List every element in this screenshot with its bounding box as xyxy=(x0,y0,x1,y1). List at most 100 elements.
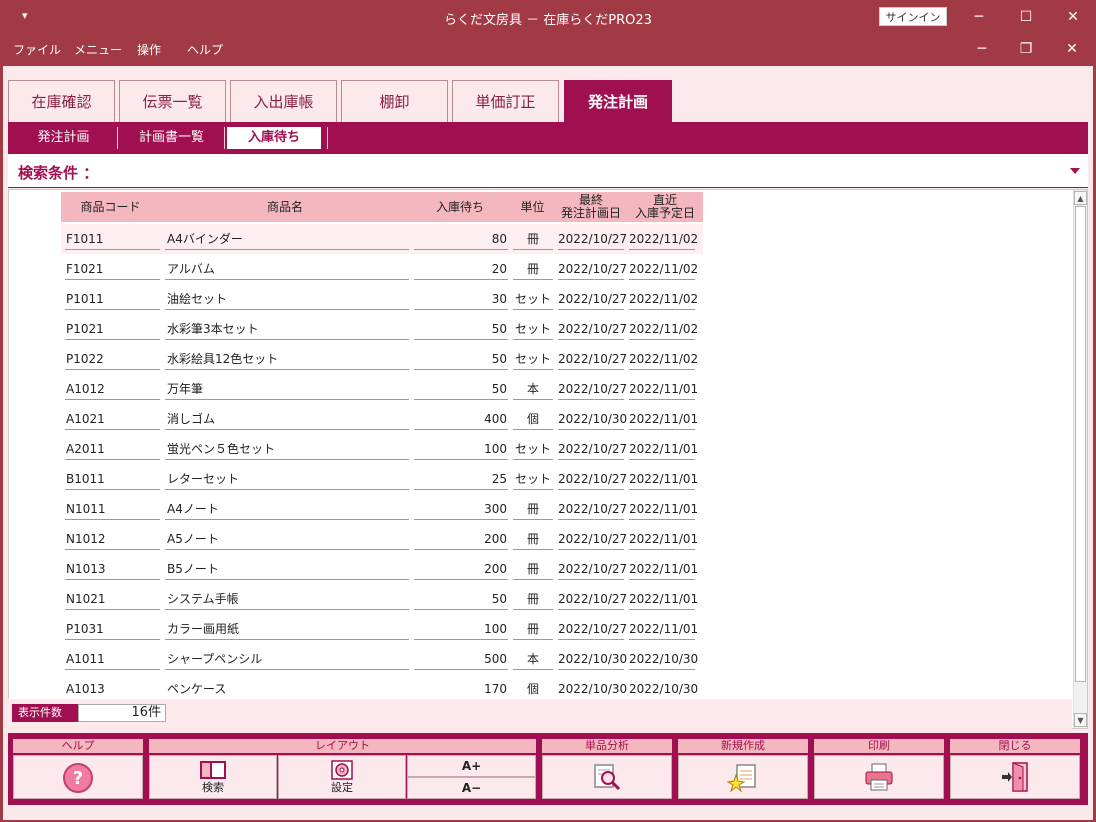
table-row[interactable]: P1031 カラー画用紙 100 冊 2022/10/27 2022/11/01 xyxy=(61,614,703,644)
cell-next-due-date: 2022/11/01 xyxy=(629,378,698,400)
table-row[interactable]: P1022 水彩絵具12色セット 50 セット 2022/10/27 2022/11/02 xyxy=(61,344,703,374)
table-row[interactable]: N1021 システム手帳 50 冊 2022/10/27 2022/11/01 xyxy=(61,584,703,614)
cell-name: A4バインダー xyxy=(165,228,409,250)
table-row[interactable]: F1021 アルバム 20 冊 2022/10/27 2022/11/02 xyxy=(61,254,703,284)
analysis-group-header: 単品分析 xyxy=(542,739,672,753)
cell-next-due-date: 2022/11/02 xyxy=(629,258,698,280)
header-name[interactable]: 商品名 xyxy=(160,192,410,222)
tab-stock-check[interactable]: 在庫確認 xyxy=(8,80,115,122)
mdi-close-button[interactable]: ✕ xyxy=(1052,38,1092,60)
cell-code: A1011 xyxy=(65,648,160,670)
record-count-label: 表示件数 xyxy=(12,704,78,722)
cell-unit: 冊 xyxy=(513,528,553,550)
tab-order-plan[interactable]: 発注計画 xyxy=(564,80,672,122)
cell-next-due-date: 2022/10/30 xyxy=(629,648,698,670)
main-frame: 在庫確認 伝票一覧 入出庫帳 棚卸 単価訂正 発注計画 発注計画 計画書一覧 入… xyxy=(3,66,1093,820)
tab-slip-list[interactable]: 伝票一覧 xyxy=(119,80,226,122)
scroll-thumb[interactable] xyxy=(1075,206,1086,682)
cell-unit: 冊 xyxy=(513,498,553,520)
layout-search-button[interactable]: 検索 xyxy=(149,755,277,799)
cell-qty: 25 xyxy=(414,468,508,490)
layout-settings-button[interactable]: 設定 xyxy=(278,755,406,799)
cell-next-due-date: 2022/11/01 xyxy=(629,558,698,580)
cell-last-plan-date: 2022/10/27 xyxy=(558,498,627,520)
cell-next-due-date: 2022/11/01 xyxy=(629,498,698,520)
tab-price-correction[interactable]: 単価訂正 xyxy=(452,80,559,122)
header-unit[interactable]: 単位 xyxy=(510,192,555,222)
tab-inout-ledger[interactable]: 入出庫帳 xyxy=(230,80,337,122)
menu-menu[interactable]: メニュー xyxy=(74,41,122,58)
mdi-minimize-button[interactable]: ─ xyxy=(962,38,1002,60)
item-analysis-button[interactable] xyxy=(542,755,672,799)
cell-qty: 200 xyxy=(414,558,508,580)
cell-qty: 100 xyxy=(414,618,508,640)
cell-qty: 200 xyxy=(414,528,508,550)
title-bar: ▾ らくだ文房具 － 在庫らくだPRO23 サインイン ─ ☐ ✕ xyxy=(0,0,1096,34)
cell-qty: 50 xyxy=(414,588,508,610)
cell-last-plan-date: 2022/10/27 xyxy=(558,318,627,340)
signin-button[interactable]: サインイン xyxy=(879,7,947,26)
header-last-plan-date[interactable]: 最終 発注計画日 xyxy=(555,192,627,222)
font-size-up-button[interactable]: A+ xyxy=(407,755,536,777)
header-code[interactable]: 商品コード xyxy=(61,192,160,222)
subtab-plan-list[interactable]: 計画書一覧 xyxy=(120,127,223,149)
search-conditions-bar[interactable]: 検索条件 ： xyxy=(8,154,1088,188)
cell-unit: 個 xyxy=(513,408,553,430)
cell-last-plan-date: 2022/10/27 xyxy=(558,258,627,280)
cell-last-plan-date: 2022/10/27 xyxy=(558,438,627,460)
table-row[interactable]: A1011 シャープペンシル 500 本 2022/10/30 2022/10/30 xyxy=(61,644,703,674)
font-size-down-button[interactable]: A− xyxy=(407,777,536,799)
header-next-due-line2: 入庫予定日 xyxy=(634,206,695,220)
print-button[interactable] xyxy=(814,755,944,799)
table-row[interactable]: B1011 レターセット 25 セット 2022/10/27 2022/11/01 xyxy=(61,464,703,494)
table-row[interactable]: N1011 A4ノート 300 冊 2022/10/27 2022/11/01 xyxy=(61,494,703,524)
cell-code: N1013 xyxy=(65,558,160,580)
table-row[interactable]: P1011 油絵セット 30 セット 2022/10/27 2022/11/02 xyxy=(61,284,703,314)
new-create-button[interactable] xyxy=(678,755,808,799)
svg-text:?: ? xyxy=(73,768,83,789)
header-next-due-date[interactable]: 直近 入庫予定日 xyxy=(627,192,703,222)
help-group-header: ヘルプ xyxy=(13,739,143,753)
layout-search-label: 検索 xyxy=(202,781,224,794)
subtab-order-plan[interactable]: 発注計画 xyxy=(12,127,115,149)
cell-code: P1022 xyxy=(65,348,160,370)
cell-name: A4ノート xyxy=(165,498,409,520)
maximize-button[interactable]: ☐ xyxy=(1003,0,1049,34)
cell-unit: 冊 xyxy=(513,558,553,580)
cell-next-due-date: 2022/11/01 xyxy=(629,438,698,460)
table-row[interactable]: A1012 万年筆 50 本 2022/10/27 2022/11/01 xyxy=(61,374,703,404)
menu-help[interactable]: ヘルプ xyxy=(187,41,223,58)
scroll-up-icon[interactable]: ▲ xyxy=(1074,191,1087,205)
exit-door-icon xyxy=(1002,762,1028,792)
menu-file[interactable]: ファイル xyxy=(13,41,61,58)
cell-qty: 80 xyxy=(414,228,508,250)
cell-unit: 冊 xyxy=(513,258,553,280)
cell-qty: 50 xyxy=(414,378,508,400)
cell-unit: 本 xyxy=(513,648,553,670)
table-row[interactable]: A1021 消しゴム 400 個 2022/10/30 2022/11/01 xyxy=(61,404,703,434)
vertical-scrollbar[interactable]: ▲ ▼ xyxy=(1073,190,1087,728)
table-row[interactable]: P1021 水彩筆3本セット 50 セット 2022/10/27 2022/11/02 xyxy=(61,314,703,344)
chevron-down-icon[interactable] xyxy=(1070,168,1080,174)
table-row[interactable]: A2011 蛍光ペン５色セット 100 セット 2022/10/27 2022/11/01 xyxy=(61,434,703,464)
help-button[interactable]: ? xyxy=(13,755,143,799)
minimize-button[interactable]: ─ xyxy=(956,0,1002,34)
subtab-awaiting-receipt[interactable]: 入庫待ち xyxy=(227,127,321,149)
close-button[interactable] xyxy=(950,755,1080,799)
table-row[interactable]: N1013 B5ノート 200 冊 2022/10/27 2022/11/01 xyxy=(61,554,703,584)
scroll-down-icon[interactable]: ▼ xyxy=(1074,713,1087,727)
new-document-icon xyxy=(726,764,756,793)
close-window-button[interactable]: ✕ xyxy=(1050,0,1096,34)
mdi-restore-button[interactable]: ❐ xyxy=(1006,38,1046,60)
table-row[interactable]: N1012 A5ノート 200 冊 2022/10/27 2022/11/01 xyxy=(61,524,703,554)
header-qty[interactable]: 入庫待ち xyxy=(410,192,510,222)
results-panel: 商品コード 商品名 入庫待ち 単位 最終 発注計画日 直近 入庫予定日 F101… xyxy=(8,189,1088,729)
record-count-value: 16件 xyxy=(78,704,166,722)
create-group-header: 新規作成 xyxy=(678,739,808,753)
tab-inventory[interactable]: 棚卸 xyxy=(341,80,448,122)
menu-operation[interactable]: 操作 xyxy=(137,41,161,58)
analysis-group: 単品分析 xyxy=(542,739,672,799)
table-row[interactable]: F1011 A4バインダー 80 冊 2022/10/27 2022/11/02 xyxy=(61,224,703,254)
print-group: 印刷 xyxy=(814,739,944,799)
cell-next-due-date: 2022/11/01 xyxy=(629,528,698,550)
